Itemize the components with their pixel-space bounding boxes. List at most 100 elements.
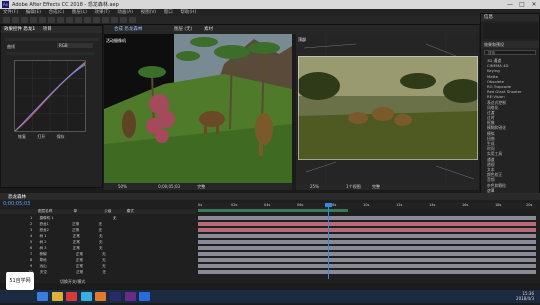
layer-name[interactable]: 恐龙2 (39, 228, 48, 232)
layer-track[interactable] (198, 222, 536, 226)
photoshop-icon[interactable] (139, 292, 151, 301)
layer-name[interactable]: 恐龙1 (39, 222, 48, 226)
layer-row[interactable]: 2 恐龙1 正常 无 (0, 222, 196, 227)
layer-track[interactable] (198, 252, 536, 256)
layer-parent[interactable]: 无 (102, 270, 106, 274)
curve-options-row[interactable] (7, 52, 95, 55)
layer-track[interactable] (198, 258, 536, 262)
timecode-left[interactable]: 0;00;05;03 (158, 184, 180, 189)
layer-row[interactable]: 7 棕榈 正常 无 (0, 252, 196, 257)
menu-file[interactable]: 文件(F) (3, 9, 18, 16)
layer-name[interactable]: 摄像机 1 (39, 216, 53, 220)
media-icon[interactable] (66, 292, 78, 301)
tab-layer[interactable]: 图层 (无) (174, 26, 192, 32)
zoom-select-left[interactable]: 50% (118, 184, 127, 189)
maximize-button[interactable]: □ (516, 0, 528, 9)
layer-name[interactable]: 天空 (40, 270, 47, 274)
tab-footage[interactable]: 素材 (204, 26, 213, 32)
zoom-icon[interactable] (30, 17, 37, 23)
layer-row[interactable]: 8 草地 正常 无 (0, 258, 196, 263)
info-tab[interactable]: 信息 (481, 14, 539, 21)
zoom-select-right[interactable]: 25% (310, 184, 319, 189)
view-layout-select[interactable]: 1个视图 (346, 184, 361, 189)
layer-track[interactable] (198, 234, 536, 238)
layer-parent[interactable]: 无 (98, 228, 102, 232)
effect-row[interactable] (5, 38, 99, 41)
layer-parent[interactable]: 无 (98, 222, 102, 226)
select-icon[interactable] (12, 17, 19, 23)
download-icon[interactable] (95, 292, 107, 301)
pen-icon[interactable] (75, 17, 82, 23)
tab-composition[interactable]: 合成 恐龙森林 (114, 26, 142, 32)
layer-row[interactable]: 6 树 3 正常 无 (0, 246, 196, 251)
camera-icon[interactable] (48, 17, 55, 23)
hand-icon[interactable] (21, 17, 28, 23)
timeline-timecode[interactable]: 0;00;05;03 (3, 201, 30, 207)
layer-name[interactable]: 树 1 (39, 234, 46, 238)
menu-window[interactable]: 窗口 (164, 9, 173, 16)
tab-effects-presets[interactable]: 效果和预设 (481, 41, 539, 48)
layer-parent[interactable]: 无 (99, 240, 103, 244)
work-area-bar[interactable] (198, 209, 348, 212)
folder-icon[interactable] (51, 292, 63, 301)
menu-effect[interactable]: 效果(T) (95, 9, 110, 16)
menu-composition[interactable]: 合成(C) (49, 9, 65, 16)
layer-row[interactable]: 4 树 1 正常 无 (0, 234, 196, 239)
open-button[interactable]: 打开 (37, 134, 45, 139)
rotate-icon[interactable] (39, 17, 46, 23)
menu-edit[interactable]: 编辑(E) (26, 9, 41, 16)
channel-select[interactable]: RGB (57, 43, 93, 48)
layer-name[interactable]: 树 3 (39, 246, 46, 250)
menu-layer[interactable]: 图层(L) (72, 9, 87, 16)
layer-row[interactable]: 5 树 2 正常 无 (0, 240, 196, 245)
layer-mode[interactable]: 正常 (73, 240, 80, 244)
browser-icon[interactable] (37, 292, 48, 301)
reset-button[interactable]: 恢复 (18, 134, 26, 139)
puppet-icon[interactable] (129, 17, 136, 23)
menu-help[interactable]: 帮助(H) (180, 9, 196, 16)
layer-parent[interactable]: 无 (99, 234, 103, 238)
tab-timeline[interactable]: 恐龙森林 (8, 194, 26, 200)
text-icon[interactable] (84, 17, 91, 23)
layer-parent[interactable]: 无 (113, 216, 117, 220)
layer-track[interactable] (198, 216, 536, 220)
toggle-switches-modes[interactable]: 切换开关/模式 (60, 279, 85, 285)
pan-icon[interactable] (57, 17, 64, 23)
resolution-right[interactable]: 完整 (372, 184, 380, 189)
layer-parent[interactable]: 无 (102, 252, 106, 256)
layer-track[interactable] (198, 246, 536, 250)
layer-mode[interactable]: 正常 (76, 264, 83, 268)
layer-track[interactable] (198, 270, 536, 274)
playhead-handle[interactable] (325, 203, 332, 207)
composition-viewer-left[interactable]: 活动摄像机 (104, 34, 292, 183)
home-icon[interactable] (3, 17, 10, 23)
layer-track[interactable] (198, 264, 536, 268)
layer-track[interactable] (198, 228, 536, 232)
rect-icon[interactable] (66, 17, 73, 23)
layer-name[interactable]: 棕榈 (39, 252, 46, 256)
save-button[interactable]: 保存 (57, 134, 65, 139)
brush-icon[interactable] (93, 17, 100, 23)
layer-mode[interactable]: 正常 (76, 258, 83, 262)
layer-parent[interactable]: 无 (99, 246, 103, 250)
clone-icon[interactable] (102, 17, 109, 23)
tab-effect-controls[interactable]: 效果控件 恐龙1 (4, 27, 35, 32)
after-effects-icon[interactable] (109, 292, 121, 301)
layer-parent[interactable]: 无 (102, 264, 106, 268)
close-button[interactable]: ✕ (528, 0, 540, 9)
layer-row[interactable]: 1 摄像机 1 无 (0, 216, 196, 221)
chat-icon[interactable] (80, 292, 92, 301)
layer-mode[interactable]: 正常 (72, 222, 79, 226)
eraser-icon[interactable] (111, 17, 118, 23)
premiere-icon[interactable] (124, 292, 136, 301)
curves-graph[interactable] (14, 60, 86, 132)
layer-row[interactable]: 9 远山 正常 无 (0, 264, 196, 269)
layer-name[interactable]: 远山 (39, 264, 46, 268)
layer-mode[interactable]: 正常 (72, 228, 79, 232)
layer-mode[interactable]: 正常 (73, 246, 80, 250)
layer-mode[interactable]: 正常 (76, 270, 83, 274)
layer-name[interactable]: 草地 (39, 258, 46, 262)
menu-view[interactable]: 视图(V) (141, 9, 157, 16)
menu-animation[interactable]: 动画(A) (117, 9, 133, 16)
effects-search-input[interactable]: 搜索 (484, 50, 536, 55)
